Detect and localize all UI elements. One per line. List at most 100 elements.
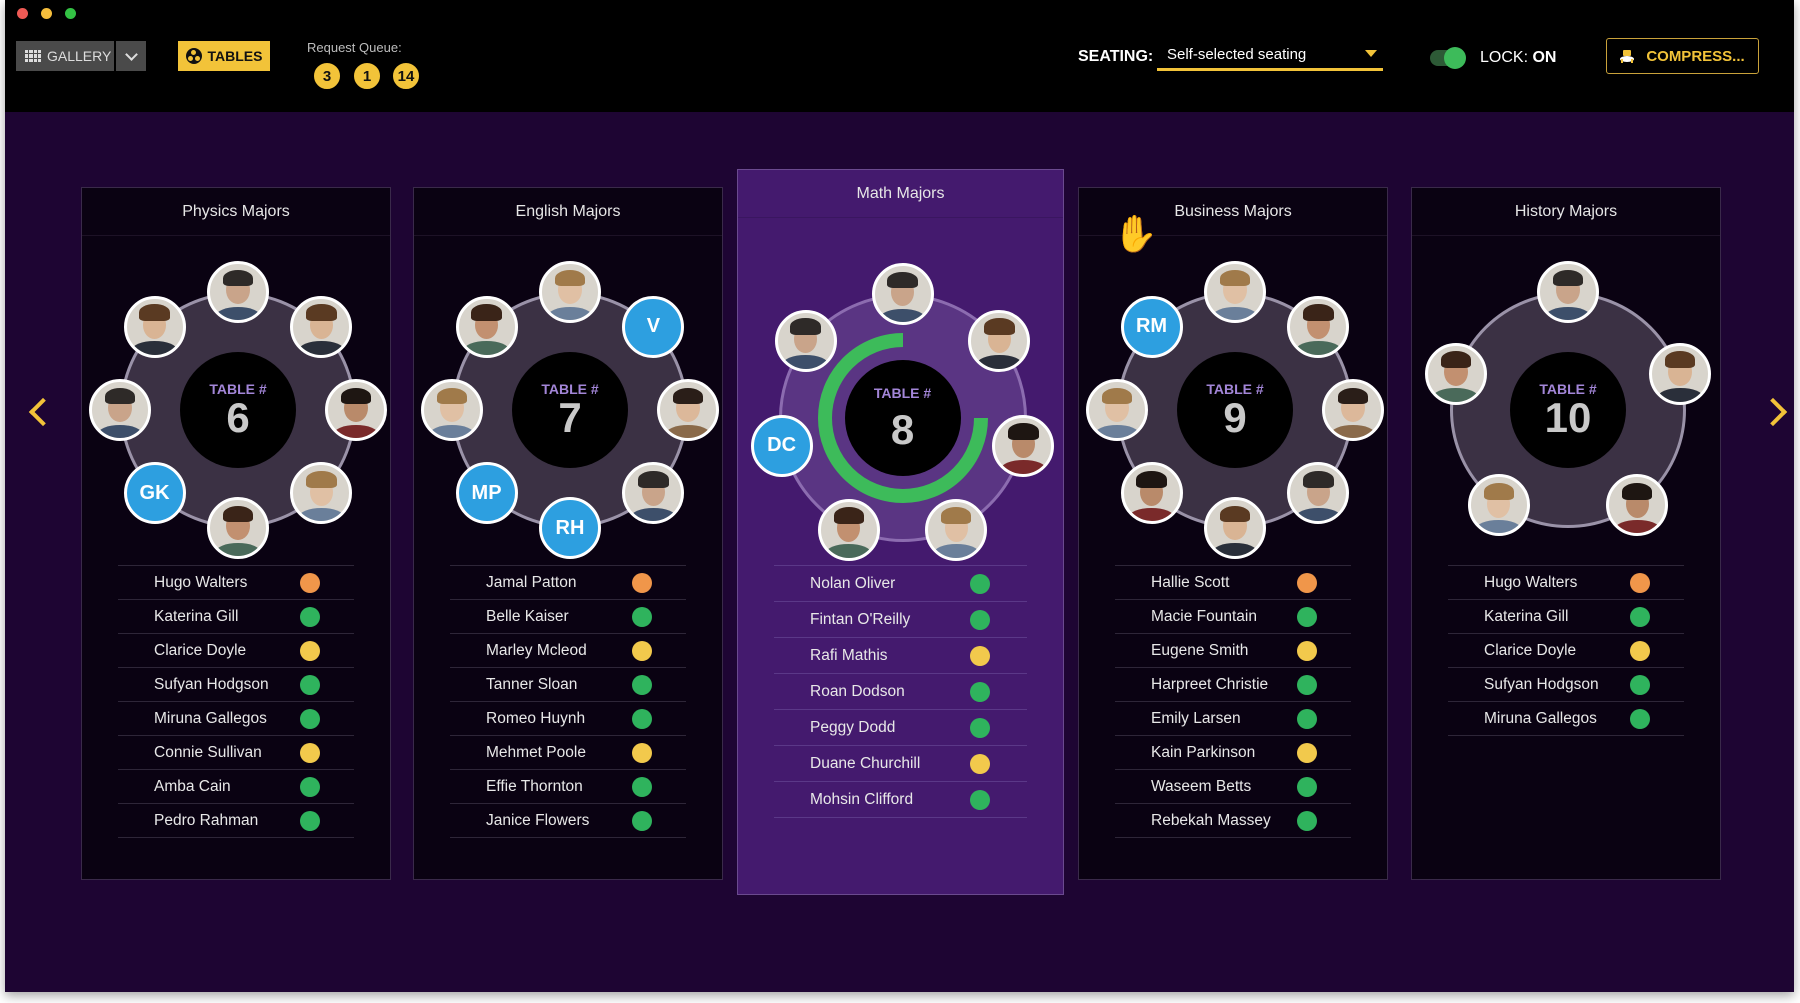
seat-avatar-photo[interactable] [123,295,186,358]
member-row[interactable]: Katerina Gill [118,599,354,633]
member-row[interactable]: Kain Parkinson [1115,735,1351,769]
lock-toggle[interactable] [1430,47,1466,69]
member-row[interactable]: Rebekah Massey [1115,803,1351,838]
member-row[interactable]: Hugo Walters [118,565,354,599]
view-dropdown-button[interactable] [116,41,146,71]
request-queue-badge[interactable]: 1 [352,61,382,91]
member-row[interactable]: Duane Churchill [774,745,1027,781]
member-row[interactable]: Jamal Patton [450,565,686,599]
member-name: Jamal Patton [486,573,577,591]
status-dot [1630,674,1650,695]
seat-avatar-initials[interactable]: RH [539,497,601,559]
toggle-knob [1444,47,1466,69]
member-row[interactable]: Roan Dodson [774,673,1027,709]
status-dot [970,573,990,594]
member-row[interactable]: Miruna Gallegos [1448,701,1684,736]
seat-avatar-photo[interactable] [290,295,353,358]
seat-avatar-photo[interactable] [774,309,837,372]
member-row[interactable]: Rafi Mathis [774,637,1027,673]
status-dot [300,606,320,627]
member-row[interactable]: Clarice Doyle [118,633,354,667]
seat-avatar-photo[interactable] [1204,261,1266,323]
seat-avatar-photo[interactable] [1287,295,1350,358]
seat-avatar-photo[interactable] [657,379,719,441]
member-name: Katerina Gill [1484,607,1569,625]
seat-avatar-photo[interactable] [539,261,601,323]
seat-avatar-photo[interactable] [455,295,518,358]
member-row[interactable]: Macie Fountain [1115,599,1351,633]
seat-avatar-photo[interactable] [1322,379,1384,441]
seat-avatar-photo[interactable] [290,462,353,525]
member-row[interactable]: Hugo Walters [1448,565,1684,599]
member-row[interactable]: Waseem Betts [1115,769,1351,803]
seat-avatar-photo[interactable] [1086,379,1148,441]
member-row[interactable]: Clarice Doyle [1448,633,1684,667]
seat-avatar-photo[interactable] [871,263,934,325]
member-row[interactable]: Emily Larsen [1115,701,1351,735]
seat-avatar-photo[interactable] [1467,474,1530,537]
request-queue-badge[interactable]: 14 [391,61,421,91]
request-queue-label: Request Queue: [307,40,402,55]
member-row[interactable]: Sufyan Hodgson [1448,667,1684,701]
member-row[interactable]: Effie Thornton [450,769,686,803]
member-row[interactable]: Romeo Huynh [450,701,686,735]
seating-select[interactable]: Self-selected seating [1157,40,1383,71]
maximize-window-button[interactable] [65,8,76,19]
table-panel[interactable]: Math Majors TABLE # 8 DC Nolan Oliver Fintan … [737,169,1064,895]
seat-avatar-initials[interactable]: MP [455,462,518,525]
member-row[interactable]: Peggy Dodd [774,709,1027,745]
seat-avatar-photo[interactable] [1424,342,1487,405]
member-name: Miruna Gallegos [154,709,267,727]
member-row[interactable]: Mehmet Poole [450,735,686,769]
member-row[interactable]: Tanner Sloan [450,667,686,701]
member-row[interactable]: Mohsin Clifford [774,781,1027,818]
member-row[interactable]: Amba Cain [118,769,354,803]
seat-avatar-photo[interactable] [421,379,483,441]
chevron-right-icon[interactable] [1758,397,1788,427]
member-row[interactable]: Belle Kaiser [450,599,686,633]
member-row[interactable]: Harpreet Christie [1115,667,1351,701]
seat-avatar-photo[interactable] [89,379,151,441]
seat-avatar-photo[interactable] [1287,462,1350,525]
table-panel[interactable]: English Majors TABLE #7 V RH MP Jamal Patton B… [413,187,723,880]
member-row[interactable]: Eugene Smith [1115,633,1351,667]
minimize-window-button[interactable] [41,8,52,19]
seat-avatar-photo[interactable] [1537,261,1599,323]
member-row[interactable]: Sufyan Hodgson [118,667,354,701]
tables-view-button[interactable]: TABLES [178,41,270,71]
seat-avatar-photo[interactable] [207,497,269,559]
seat-avatar-photo[interactable] [925,498,988,561]
seat-avatar-photo[interactable] [1204,497,1266,559]
seat-avatar-photo[interactable] [1606,474,1669,537]
chevron-left-icon[interactable] [28,397,58,427]
seat-avatar-photo[interactable] [968,309,1031,372]
member-row[interactable]: Pedro Rahman [118,803,354,838]
compress-button[interactable]: COMPRESS... [1606,38,1759,74]
seat-avatar-photo[interactable] [622,462,685,525]
seat-avatar-photo[interactable] [1649,342,1712,405]
member-row[interactable]: Janice Flowers [450,803,686,838]
member-row[interactable]: Miruna Gallegos [118,701,354,735]
member-row[interactable]: Connie Sullivan [118,735,354,769]
close-window-button[interactable] [17,8,28,19]
seat-avatar-initials[interactable]: RM [1120,295,1183,358]
seat-avatar-photo[interactable] [1120,462,1183,525]
member-row[interactable]: Fintan O'Reilly [774,601,1027,637]
gallery-view-button[interactable]: GALLERY [16,41,114,71]
member-row[interactable]: Marley Mcleod [450,633,686,667]
member-row[interactable]: Nolan Oliver [774,565,1027,601]
seat-avatar-photo[interactable] [207,261,269,323]
table-panel[interactable]: History Majors TABLE #10 Hugo Walters Kater… [1411,187,1721,880]
seat-avatar-photo[interactable] [992,414,1055,477]
seat-avatar-photo[interactable] [817,498,880,561]
member-row[interactable]: Hallie Scott [1115,565,1351,599]
seat-avatar-initials[interactable]: DC [750,414,813,477]
seat-avatar-initials[interactable]: V [622,295,685,358]
seat-avatar-photo[interactable] [325,379,387,441]
table-panel[interactable]: Business Majors TABLE #9 RM ✋ Hallie Scott Ma… [1078,187,1388,880]
member-row[interactable]: Katerina Gill [1448,599,1684,633]
status-dot [970,789,990,810]
table-panel[interactable]: Physics Majors TABLE #6 GK Hugo Walters Kate… [81,187,391,880]
seat-avatar-initials[interactable]: GK [123,462,186,525]
request-queue-badge[interactable]: 3 [312,61,342,91]
